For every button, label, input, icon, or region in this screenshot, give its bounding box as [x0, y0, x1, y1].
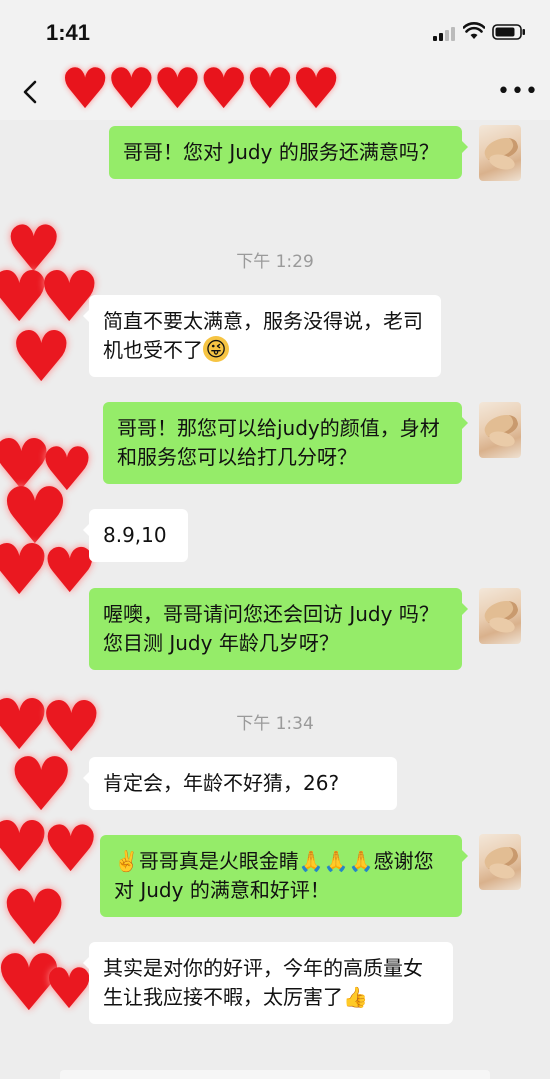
wifi-icon: [463, 22, 485, 39]
heart-sticker: ♥: [10, 316, 73, 398]
avatar[interactable]: [479, 588, 521, 644]
message-text: 哥哥真是火眼金睛🙏🙏🙏感谢您对 Judy 的满意和好评！: [114, 849, 434, 902]
message-text: 肯定会，年龄不好猜，26?: [103, 771, 340, 795]
message-bubble-sent[interactable]: 喔噢，哥哥请问您还会回访 Judy 吗？您目测 Judy 年龄几岁呀？: [89, 588, 468, 670]
more-dots-icon[interactable]: •••: [497, 81, 539, 103]
status-time: 1:41: [46, 20, 91, 45]
message-bubble-received[interactable]: 8.9,10: [83, 509, 188, 562]
avatar[interactable]: [479, 125, 521, 181]
timestamp: 下午 1:29: [236, 252, 314, 272]
message-text: 哥哥！您对 Judy 的服务还满意吗？: [123, 140, 439, 164]
message-bubble-sent[interactable]: 哥哥！那您可以给judy的颜值，身材和服务您可以给打几分呀？: [103, 402, 468, 484]
status-bar: 1:41: [0, 0, 550, 62]
message-text: 哥哥！那您可以给judy的颜值，身材和服务您可以给打几分呀？: [117, 416, 440, 469]
message-bubble-received[interactable]: 其实是对你的好评，今年的高质量女生让我应接不暇，太厉害了👍: [83, 942, 453, 1024]
message-text: 其实是对你的好评，今年的高质量女生让我应接不暇，太厉害了: [103, 956, 423, 1009]
battery-icon: [492, 24, 525, 40]
next-message-edge: [60, 1070, 490, 1079]
thumbs-up-emoji: 👍: [343, 985, 368, 1009]
victory-hand-emoji: ✌️: [114, 849, 139, 873]
message-text: 喔噢，哥哥请问您还会回访 Judy 吗？您目测 Judy 年龄几岁呀？: [103, 602, 439, 655]
message-text: 简直不要太满意，服务没得说，老司机也受不了: [103, 309, 423, 362]
message-bubble-sent[interactable]: ✌️哥哥真是火眼金睛🙏🙏🙏感谢您对 Judy 的满意和好评！: [100, 835, 468, 917]
wink-emoji: [203, 336, 229, 362]
chevron-left-icon[interactable]: [18, 78, 46, 106]
message-bubble-received[interactable]: 肯定会，年龄不好猜，26?: [83, 757, 397, 810]
heart-sticker: ♥: [44, 957, 95, 1022]
cellular-signal-icon: [433, 27, 455, 41]
chat-header: ♥ ♥ ♥ ♥ ♥ ♥ •••: [0, 62, 550, 120]
avatar[interactable]: [479, 834, 521, 890]
message-bubble-received[interactable]: 简直不要太满意，服务没得说，老司机也受不了: [83, 295, 441, 377]
avatar[interactable]: [479, 402, 521, 458]
message-bubble-sent[interactable]: 哥哥！您对 Judy 的服务还满意吗？: [109, 126, 468, 179]
message-text: 8.9,10: [103, 523, 167, 547]
timestamp: 下午 1:34: [236, 714, 314, 734]
chat-title-hearts-sticker: ♥ ♥ ♥ ♥ ♥ ♥: [60, 57, 342, 122]
